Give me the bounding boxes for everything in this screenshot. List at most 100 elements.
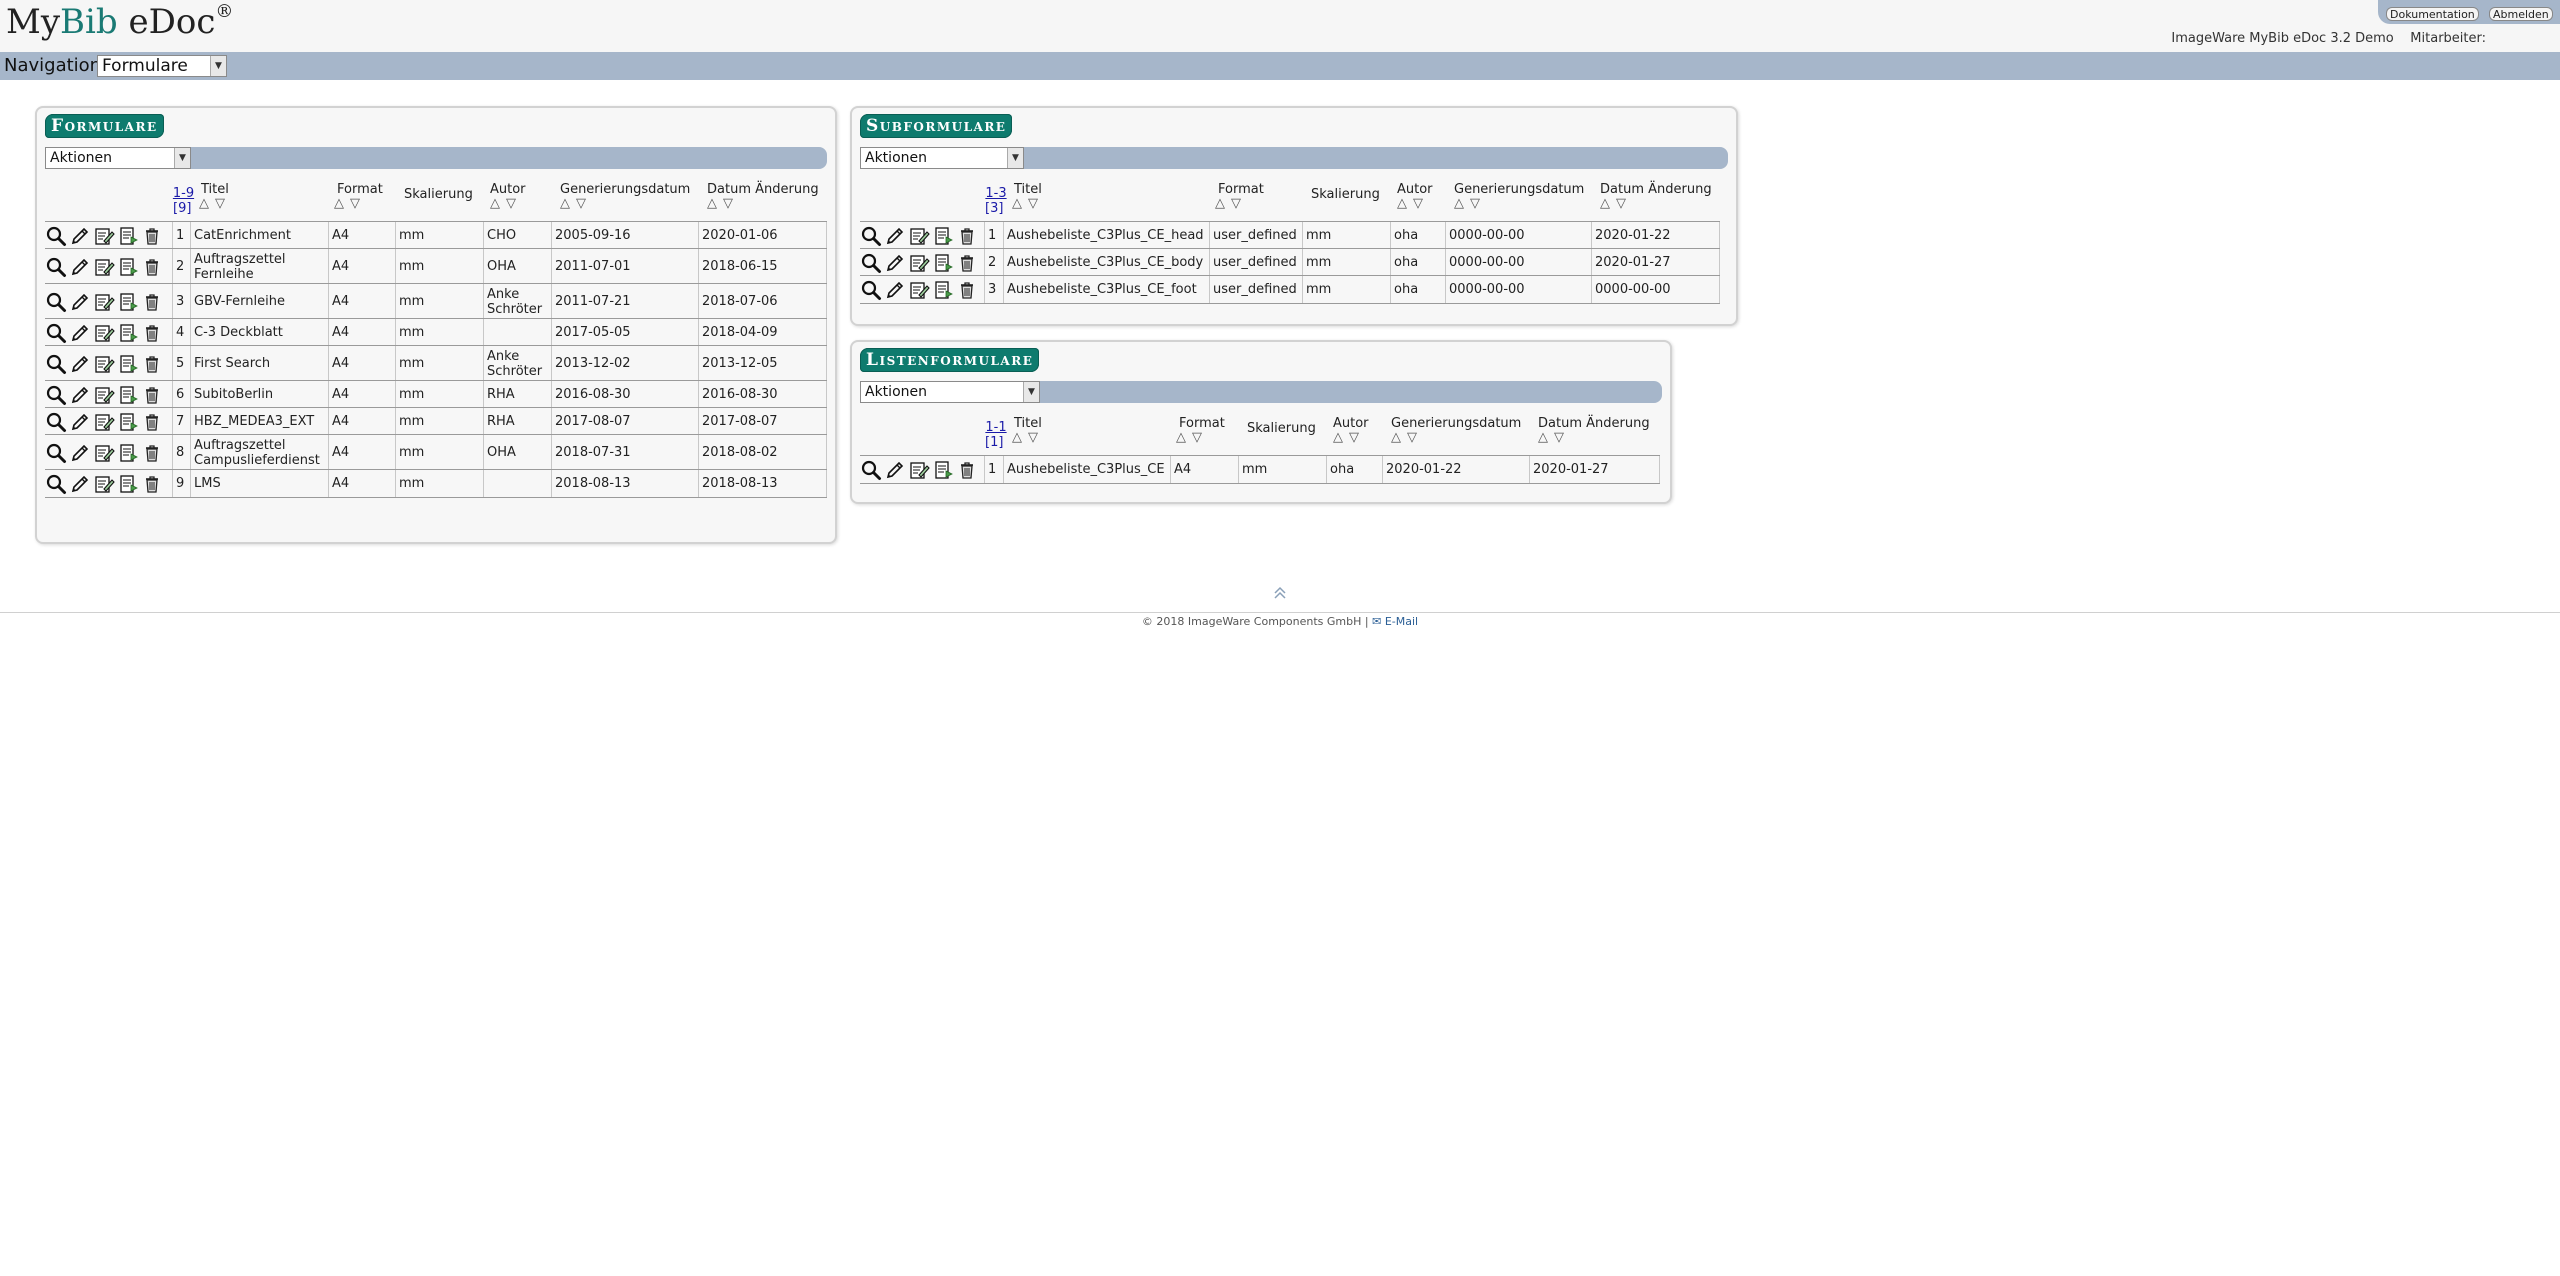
edit-form-icon[interactable] [93, 442, 115, 464]
pencil-icon[interactable] [69, 322, 91, 344]
sort-ascending-icon[interactable]: △ [1538, 431, 1548, 445]
edit-form-icon[interactable] [93, 291, 115, 313]
sort-descending-icon[interactable]: ▽ [1028, 197, 1038, 211]
trash-icon[interactable] [141, 411, 163, 433]
pencil-icon[interactable] [884, 459, 906, 481]
edit-form-icon[interactable] [93, 473, 115, 495]
sort-descending-icon[interactable]: ▽ [723, 197, 733, 211]
trash-icon[interactable] [141, 384, 163, 406]
search-icon[interactable] [860, 279, 882, 301]
edit-form-icon[interactable] [908, 225, 930, 247]
edit-form-icon[interactable] [908, 252, 930, 274]
trash-icon[interactable] [141, 353, 163, 375]
pencil-icon[interactable] [69, 291, 91, 313]
pencil-icon[interactable] [884, 252, 906, 274]
sort-descending-icon[interactable]: ▽ [1616, 197, 1626, 211]
search-icon[interactable] [45, 411, 67, 433]
search-icon[interactable] [45, 291, 67, 313]
formulare-range-link[interactable]: 1-9 [172, 186, 195, 201]
copy-form-icon[interactable] [117, 411, 139, 433]
listenformulare-actions-select[interactable]: Aktionen ▼ [860, 381, 1040, 403]
edit-form-icon[interactable] [93, 353, 115, 375]
subformulare-actions-select[interactable]: Aktionen ▼ [860, 147, 1024, 169]
copy-form-icon[interactable] [117, 353, 139, 375]
sort-descending-icon[interactable]: ▽ [1192, 431, 1202, 445]
edit-form-icon[interactable] [908, 459, 930, 481]
pencil-icon[interactable] [69, 411, 91, 433]
sort-ascending-icon[interactable]: △ [1215, 197, 1225, 211]
trash-icon[interactable] [956, 279, 978, 301]
trash-icon[interactable] [141, 256, 163, 278]
pencil-icon[interactable] [69, 225, 91, 247]
sort-descending-icon[interactable]: ▽ [1470, 197, 1480, 211]
pencil-icon[interactable] [69, 384, 91, 406]
search-icon[interactable] [45, 353, 67, 375]
search-icon[interactable] [45, 442, 67, 464]
sort-descending-icon[interactable]: ▽ [1407, 431, 1417, 445]
documentation-button[interactable]: Dokumentation [2386, 7, 2479, 21]
sort-ascending-icon[interactable]: △ [1012, 431, 1022, 445]
trash-icon[interactable] [141, 473, 163, 495]
trash-icon[interactable] [956, 225, 978, 247]
sort-ascending-icon[interactable]: △ [560, 197, 570, 211]
copy-form-icon[interactable] [117, 291, 139, 313]
logout-button[interactable]: Abmelden [2489, 7, 2553, 21]
sort-descending-icon[interactable]: ▽ [1231, 197, 1241, 211]
copy-form-icon[interactable] [117, 473, 139, 495]
formulare-actions-select[interactable]: Aktionen ▼ [45, 147, 191, 169]
trash-icon[interactable] [141, 225, 163, 247]
edit-form-icon[interactable] [93, 322, 115, 344]
pencil-icon[interactable] [69, 442, 91, 464]
sort-ascending-icon[interactable]: △ [1454, 197, 1464, 211]
sort-descending-icon[interactable]: ▽ [1413, 197, 1423, 211]
copy-form-icon[interactable] [932, 252, 954, 274]
copy-form-icon[interactable] [117, 256, 139, 278]
sort-descending-icon[interactable]: ▽ [1349, 431, 1359, 445]
edit-form-icon[interactable] [93, 256, 115, 278]
listenformulare-range-link[interactable]: 1-1 [984, 420, 1008, 435]
search-icon[interactable] [45, 473, 67, 495]
sort-descending-icon[interactable]: ▽ [350, 197, 360, 211]
edit-form-icon[interactable] [93, 225, 115, 247]
pencil-icon[interactable] [69, 256, 91, 278]
pencil-icon[interactable] [884, 225, 906, 247]
sort-ascending-icon[interactable]: △ [199, 197, 209, 211]
copy-form-icon[interactable] [932, 225, 954, 247]
trash-icon[interactable] [141, 291, 163, 313]
sort-descending-icon[interactable]: ▽ [576, 197, 586, 211]
pencil-icon[interactable] [69, 353, 91, 375]
sort-ascending-icon[interactable]: △ [1176, 431, 1186, 445]
scroll-top-icon[interactable] [1272, 585, 1288, 601]
copy-form-icon[interactable] [117, 384, 139, 406]
sort-ascending-icon[interactable]: △ [1397, 197, 1407, 211]
copy-form-icon[interactable] [932, 279, 954, 301]
sort-ascending-icon[interactable]: △ [1333, 431, 1343, 445]
trash-icon[interactable] [956, 252, 978, 274]
search-icon[interactable] [860, 225, 882, 247]
trash-icon[interactable] [141, 442, 163, 464]
search-icon[interactable] [45, 256, 67, 278]
pencil-icon[interactable] [69, 473, 91, 495]
edit-form-icon[interactable] [93, 384, 115, 406]
sort-descending-icon[interactable]: ▽ [215, 197, 225, 211]
trash-icon[interactable] [141, 322, 163, 344]
trash-icon[interactable] [956, 459, 978, 481]
email-link[interactable]: ✉ E-Mail [1372, 615, 1418, 628]
search-icon[interactable] [45, 225, 67, 247]
sort-descending-icon[interactable]: ▽ [1554, 431, 1564, 445]
sort-ascending-icon[interactable]: △ [1391, 431, 1401, 445]
sort-ascending-icon[interactable]: △ [1012, 197, 1022, 211]
sort-ascending-icon[interactable]: △ [1600, 197, 1610, 211]
sort-ascending-icon[interactable]: △ [334, 197, 344, 211]
search-icon[interactable] [45, 322, 67, 344]
copy-form-icon[interactable] [117, 225, 139, 247]
navigation-select[interactable]: Formulare ▼ [97, 55, 227, 77]
sort-descending-icon[interactable]: ▽ [506, 197, 516, 211]
search-icon[interactable] [860, 459, 882, 481]
sort-ascending-icon[interactable]: △ [707, 197, 717, 211]
subformulare-range-link[interactable]: 1-3 [984, 186, 1008, 201]
edit-form-icon[interactable] [93, 411, 115, 433]
search-icon[interactable] [45, 384, 67, 406]
pencil-icon[interactable] [884, 279, 906, 301]
copy-form-icon[interactable] [117, 442, 139, 464]
